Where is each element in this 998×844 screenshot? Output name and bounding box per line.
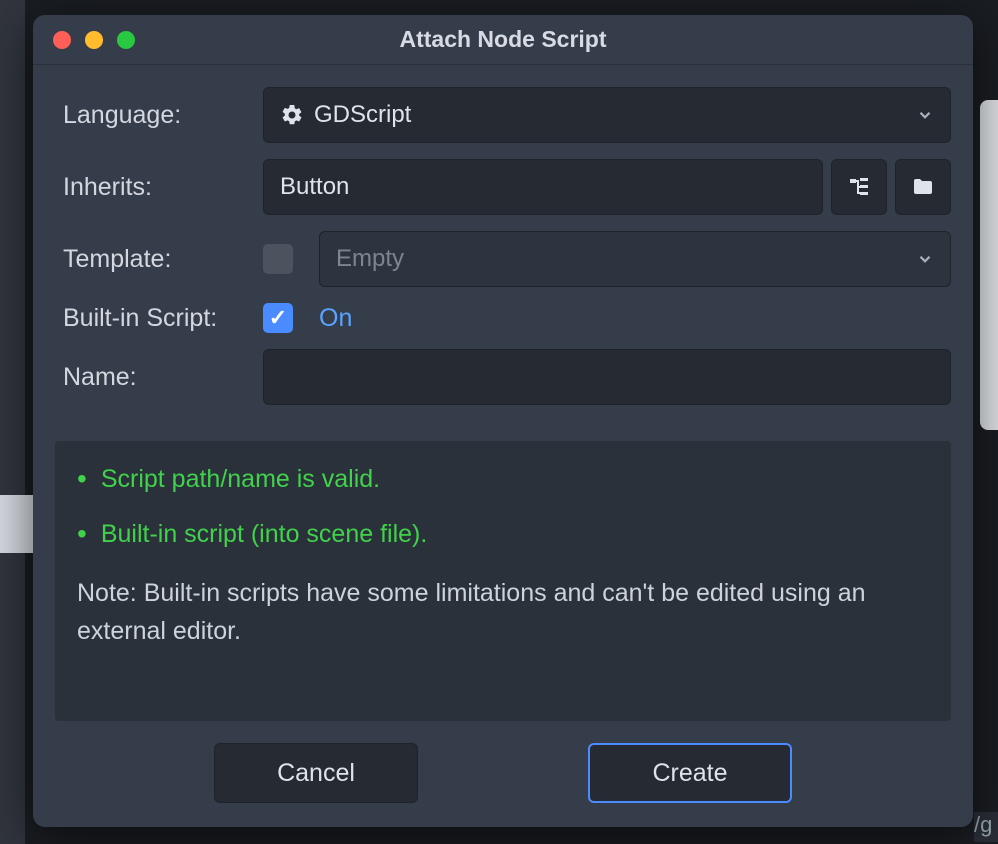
dialog-buttons: Cancel Create — [33, 721, 973, 827]
create-button-label: Create — [652, 759, 727, 788]
info-builtin-text: Built-in script (into scene file). — [101, 520, 428, 549]
class-tree-button[interactable] — [831, 159, 887, 215]
folder-button[interactable] — [895, 159, 951, 215]
info-valid-text: Script path/name is valid. — [101, 465, 380, 494]
info-panel: • Script path/name is valid. • Built-in … — [55, 441, 951, 721]
minimize-window-button[interactable] — [85, 31, 103, 49]
dialog-titlebar: Attach Node Script — [33, 15, 973, 65]
name-label: Name: — [63, 363, 263, 392]
language-row: Language: GDScript — [63, 87, 951, 143]
builtin-row: Built-in Script: ✓ On — [63, 303, 951, 333]
inherits-row: Inherits: — [63, 159, 951, 215]
cancel-button[interactable]: Cancel — [214, 743, 418, 803]
inherits-input-text[interactable] — [280, 173, 806, 201]
name-input-text[interactable] — [280, 363, 934, 391]
create-button[interactable]: Create — [588, 743, 792, 803]
template-checkbox[interactable] — [263, 244, 293, 274]
template-label: Template: — [63, 245, 263, 274]
cancel-button-label: Cancel — [277, 759, 355, 788]
info-note: Note: Built-in scripts have some limitat… — [77, 575, 929, 650]
gear-icon — [280, 103, 314, 127]
editor-background — [980, 100, 998, 430]
dialog-title: Attach Node Script — [33, 26, 973, 53]
builtin-checkbox[interactable]: ✓ — [263, 303, 293, 333]
inherits-input[interactable] — [263, 159, 823, 215]
check-icon: ✓ — [269, 305, 287, 331]
folder-icon — [911, 175, 935, 199]
language-dropdown[interactable]: GDScript — [263, 87, 951, 143]
tree-icon — [847, 175, 871, 199]
info-builtin: • Built-in script (into scene file). — [77, 520, 929, 549]
close-window-button[interactable] — [53, 31, 71, 49]
window-controls — [53, 31, 135, 49]
bullet-icon: • — [77, 465, 87, 493]
maximize-window-button[interactable] — [117, 31, 135, 49]
language-value: GDScript — [314, 101, 411, 129]
editor-background: /g — [974, 812, 998, 842]
template-value: Empty — [336, 245, 404, 273]
inherits-label: Inherits: — [63, 173, 263, 202]
editor-background — [0, 495, 37, 553]
attach-script-dialog: Attach Node Script Language: GDScript In… — [33, 15, 973, 827]
editor-background — [0, 0, 25, 844]
template-dropdown[interactable]: Empty — [319, 231, 951, 287]
chevron-down-icon — [916, 250, 934, 268]
name-input[interactable] — [263, 349, 951, 405]
template-row: Template: Empty — [63, 231, 951, 287]
builtin-label: Built-in Script: — [63, 304, 263, 333]
name-row: Name: — [63, 349, 951, 405]
info-valid: • Script path/name is valid. — [77, 465, 929, 494]
language-label: Language: — [63, 101, 263, 130]
bullet-icon: • — [77, 520, 87, 548]
builtin-value: On — [319, 304, 352, 333]
form-area: Language: GDScript Inherits: — [33, 65, 973, 431]
chevron-down-icon — [916, 106, 934, 124]
